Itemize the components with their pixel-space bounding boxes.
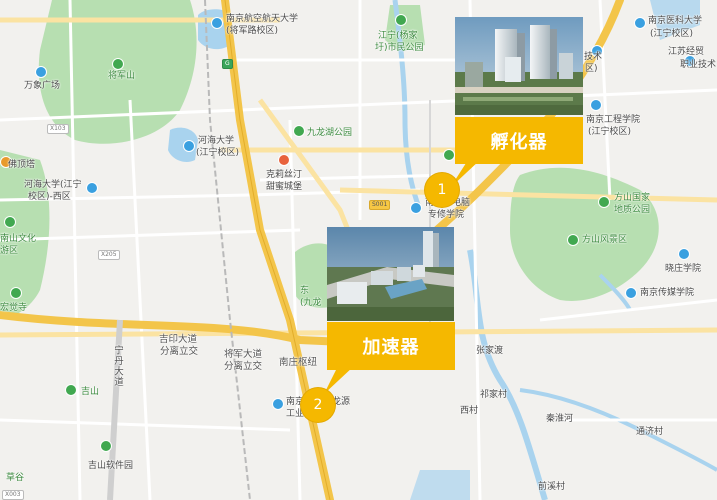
incubator-photo[interactable]	[455, 17, 583, 115]
label-hohai-west-2: 校区)-西区	[28, 192, 71, 202]
label-nanzhuang: 南庄枢纽	[279, 357, 318, 368]
label-xicun: 西村	[460, 406, 479, 416]
scenic-icon[interactable]	[4, 216, 16, 228]
map-canvas[interactable]: X103 X205 S001 X003 G 南京航空航天大学 (将军路校区) 江…	[0, 0, 717, 500]
label-xiaozhuang: 晓庄学院	[665, 264, 702, 274]
label-jiangjun-road: 将军大道	[224, 349, 263, 360]
label-vocational-b: 职业技术	[680, 60, 717, 70]
label-fangshan-scenic: 方山风景区	[582, 235, 628, 245]
park-icon[interactable]	[395, 14, 407, 26]
school-icon[interactable]	[678, 248, 690, 260]
label-tech-a: 技术	[584, 52, 603, 62]
label-jiangjun-mountain: 将军山	[108, 71, 136, 81]
label-qinhuai: 秦淮河	[546, 414, 574, 424]
label-wanda: 万象广场	[24, 81, 61, 91]
label-jiyin: 吉印大道	[159, 334, 198, 345]
label-communication: 南京传媒学院	[640, 288, 695, 298]
label-hohai-campus: (江宁校区)	[196, 148, 240, 158]
label-east: 东	[300, 286, 310, 296]
accelerator-title: 加速器	[362, 337, 420, 358]
mountain-icon[interactable]	[112, 58, 124, 70]
road-shield-x205: X205	[98, 250, 120, 260]
shop-icon[interactable]	[278, 154, 290, 166]
accelerator-photo[interactable]	[327, 227, 454, 321]
label-danyang-avenue: 宁丹大道	[112, 345, 123, 387]
industry-icon[interactable]	[272, 398, 284, 410]
park-icon[interactable]	[598, 196, 610, 208]
label-qianxicun: 前溪村	[538, 482, 566, 492]
label-jiyin-2: 分离立交	[160, 346, 199, 357]
university-icon[interactable]	[183, 140, 195, 152]
label-jiulong-short: (九龙	[300, 298, 322, 308]
marker-1-number: 1	[437, 182, 447, 198]
shopping-icon[interactable]	[35, 66, 47, 78]
park-icon[interactable]	[100, 440, 112, 452]
label-fangshan-park: 方山国家	[614, 193, 651, 203]
university-icon[interactable]	[634, 17, 646, 29]
park-icon[interactable]	[293, 125, 305, 137]
label-nuaa-campus: (将军路校区)	[226, 26, 279, 36]
label-engineering-a: 南京工程学院	[586, 115, 641, 125]
incubator-callout[interactable]: 孵化器	[455, 117, 583, 164]
road-shield-s001: S001	[369, 200, 391, 210]
accelerator-rendering	[327, 227, 454, 321]
school-icon[interactable]	[625, 287, 637, 299]
label-cultural-2: 游区	[0, 246, 19, 256]
label-qijiacun: 祁家村	[480, 390, 508, 400]
label-crane-2: 甜蜜城堡	[266, 182, 303, 192]
label-njmu-campus: (江宁校区)	[650, 29, 694, 39]
temple-icon[interactable]	[10, 287, 22, 299]
mountain-icon[interactable]	[65, 384, 77, 396]
university-icon[interactable]	[211, 17, 223, 29]
label-computer-school-2: 专修学院	[428, 210, 465, 220]
marker-2-number: 2	[313, 397, 323, 413]
label-hohai: 河海大学	[198, 136, 235, 146]
school-icon[interactable]	[590, 99, 602, 111]
marker-2[interactable]: 2	[301, 388, 335, 422]
label-jishan: 吉山	[81, 387, 100, 397]
label-foding: 佛顶塔	[8, 160, 36, 170]
road-shield-x103: X103	[47, 124, 69, 134]
school-icon[interactable]	[410, 202, 422, 214]
marker-1[interactable]: 1	[425, 173, 459, 207]
label-jishan-park: 吉山软件园	[88, 461, 134, 471]
label-cultural: 南山文化	[0, 234, 37, 244]
label-engineering-b: (江宁校区)	[588, 127, 632, 137]
accelerator-callout[interactable]: 加速器	[327, 322, 455, 370]
road-shield-g: G	[222, 59, 233, 69]
scenic-icon[interactable]	[567, 234, 579, 246]
label-fangshan-park-2: 地质公园	[614, 205, 651, 215]
label-jiangjun-road-2: 分离立交	[224, 361, 263, 372]
label-tech-b: 区)	[585, 64, 598, 74]
university-icon[interactable]	[86, 182, 98, 194]
label-hohai-west: 河海大学(江宁	[24, 180, 82, 190]
label-hongjue: 宏觉寺	[0, 303, 28, 313]
label-nuaa: 南京航空航天大学	[226, 14, 299, 24]
label-tongtai: 通济村	[636, 427, 664, 437]
incubator-rendering	[455, 17, 583, 115]
label-crane: 克莉丝汀	[266, 170, 303, 180]
label-jiangning-park-2: 圩)市民公园	[375, 43, 424, 53]
label-caogu: 草谷	[6, 473, 25, 483]
label-zhangjiawei: 张家渡	[476, 346, 504, 356]
road-shield-x003: X003	[2, 490, 24, 500]
incubator-title: 孵化器	[490, 131, 548, 153]
label-njmu: 南京医科大学	[648, 16, 703, 26]
label-vocational-a: 江苏经贸	[668, 47, 705, 57]
label-jiulong-park: 九龙湖公园	[307, 128, 353, 138]
label-jiangning-park: 江宁(杨家	[378, 31, 418, 41]
